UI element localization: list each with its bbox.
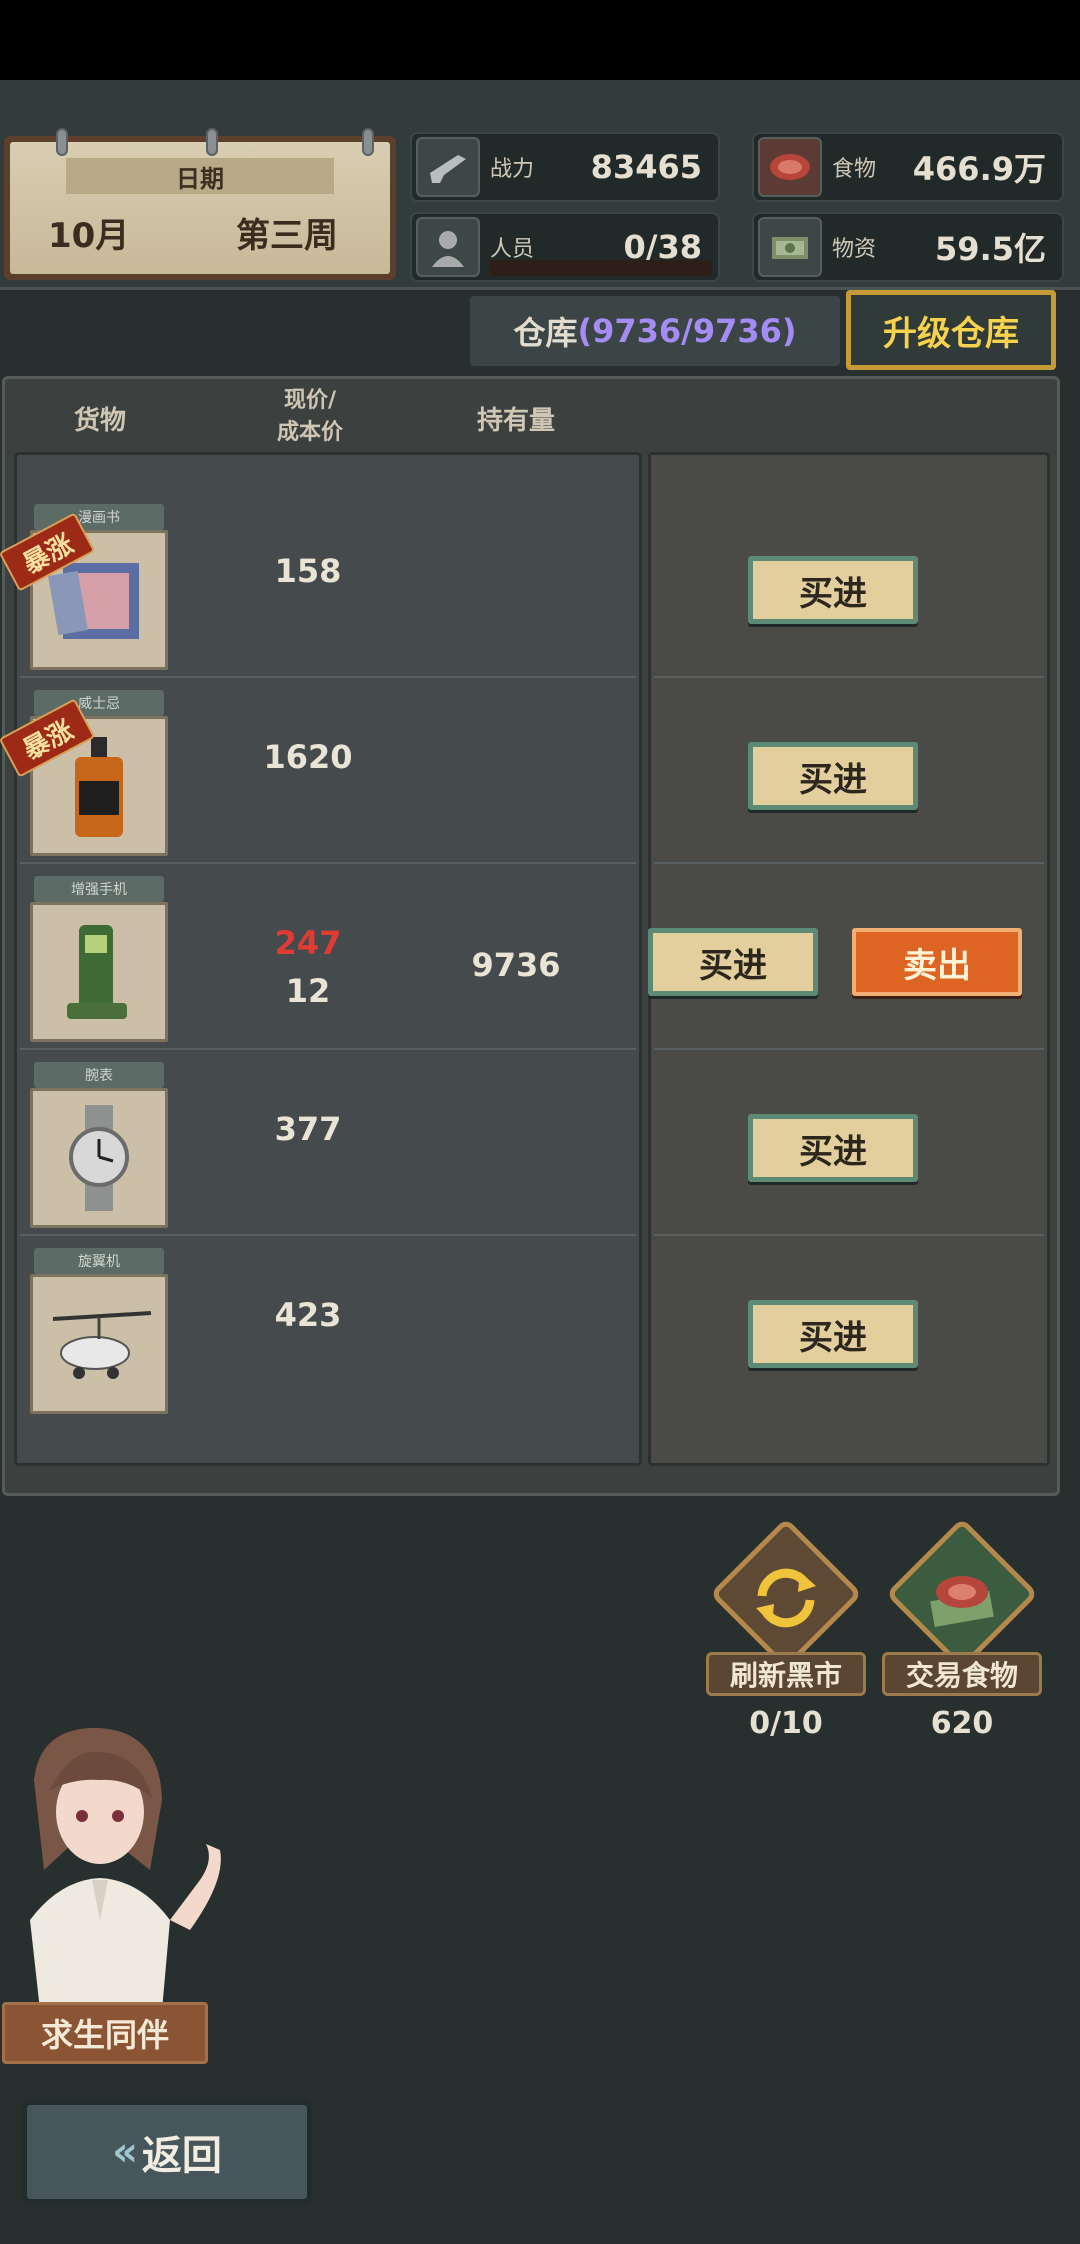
item-thumbnail[interactable] [30,902,168,1042]
column-header-price: 现价/ 成本价 [250,382,370,446]
stat-power: 战力 83465 [410,132,720,202]
row-divider [20,1048,636,1050]
refresh-icon [756,1568,816,1628]
companion-label[interactable]: 求生同伴 [2,2002,208,2064]
stat-label: 战力 [490,157,535,182]
item-tag: 增强手机 [34,876,164,902]
stat-label: 人员 [490,237,535,262]
stat-food: 食物 466.9万 [752,132,1064,202]
back-button[interactable]: « 返回 [22,2100,312,2204]
clip-icon [362,128,374,156]
back-label: 返回 [141,2133,222,2179]
clip-icon [206,128,218,156]
row-divider [654,676,1044,678]
money-icon [758,217,822,277]
trade-food-button[interactable]: 交易食物 [882,1517,1042,1696]
item-price: 247 [274,924,342,962]
item-cost: 12 [285,972,331,1010]
upgrade-warehouse-button[interactable]: 升级仓库 [846,290,1056,370]
price-header-line1: 现价/ [283,388,337,413]
date-month: 10月 [48,216,130,256]
stat-value: 59.5亿 [935,230,1046,268]
price-header-line2: 成本价 [276,420,343,445]
trade-food-label: 交易食物 [882,1652,1042,1696]
column-header-holding: 持有量 [476,406,555,436]
row-divider [20,1234,636,1236]
person-icon [416,217,480,277]
refresh-black-market-button[interactable]: 刷新黑市 [706,1517,866,1696]
item-price: 158 [274,552,342,590]
item-price: 1620 [263,738,353,776]
staff-progress-bar [490,260,712,276]
item-price: 423 [274,1296,342,1334]
item-price: 377 [274,1110,342,1148]
wristwatch-icon [69,1105,129,1211]
warehouse-label: 仓库 [513,314,578,352]
row-divider [654,862,1044,864]
steak-cash-icon [930,1576,994,1628]
column-header-goods: 货物 [73,406,126,436]
gun-icon [416,137,480,197]
row-divider [20,676,636,678]
stat-label: 食物 [832,157,877,182]
warehouse-capacity: 仓库 (9736/9736) [470,296,840,366]
item-holding: 9736 [471,946,561,984]
buy-button[interactable]: 买进 [748,1114,918,1182]
stat-value: 83465 [590,148,702,186]
refresh-count: 0/10 [749,1706,823,1741]
warehouse-count: (9736/9736) [577,312,797,350]
row-divider [654,1048,1044,1050]
buy-button[interactable]: 买进 [648,928,818,996]
buy-button[interactable]: 买进 [748,742,918,810]
date-paper: 日期 10月 第三周 [10,128,390,274]
clip-icon [56,128,68,156]
meat-icon [758,137,822,197]
buy-button[interactable]: 买进 [748,1300,918,1368]
buy-button[interactable]: 买进 [748,556,918,624]
gyrocopter-icon [52,1311,152,1379]
trade-food-count: 620 [930,1706,994,1741]
item-tag: 腕表 [34,1062,164,1088]
companion-avatar[interactable] [0,1720,230,2010]
sell-button[interactable]: 卖出 [852,928,1022,996]
row-divider [20,862,636,864]
date-label: 日期 [66,158,334,194]
item-tag: 旋翼机 [34,1248,164,1274]
back-arrow-icon: « [112,2129,138,2175]
date-board: 日期 10月 第三周 [4,128,396,280]
status-bar [0,0,1080,80]
refresh-label: 刷新黑市 [706,1652,866,1696]
stat-value: 466.9万 [912,150,1046,188]
item-thumbnail[interactable] [30,1088,168,1228]
date-week: 第三周 [236,216,338,256]
item-thumbnail[interactable] [30,1274,168,1414]
stat-label: 物资 [832,237,877,262]
stat-supplies: 物资 59.5亿 [752,212,1064,282]
row-divider [654,1234,1044,1236]
walkie-talkie-icon [67,925,127,1019]
